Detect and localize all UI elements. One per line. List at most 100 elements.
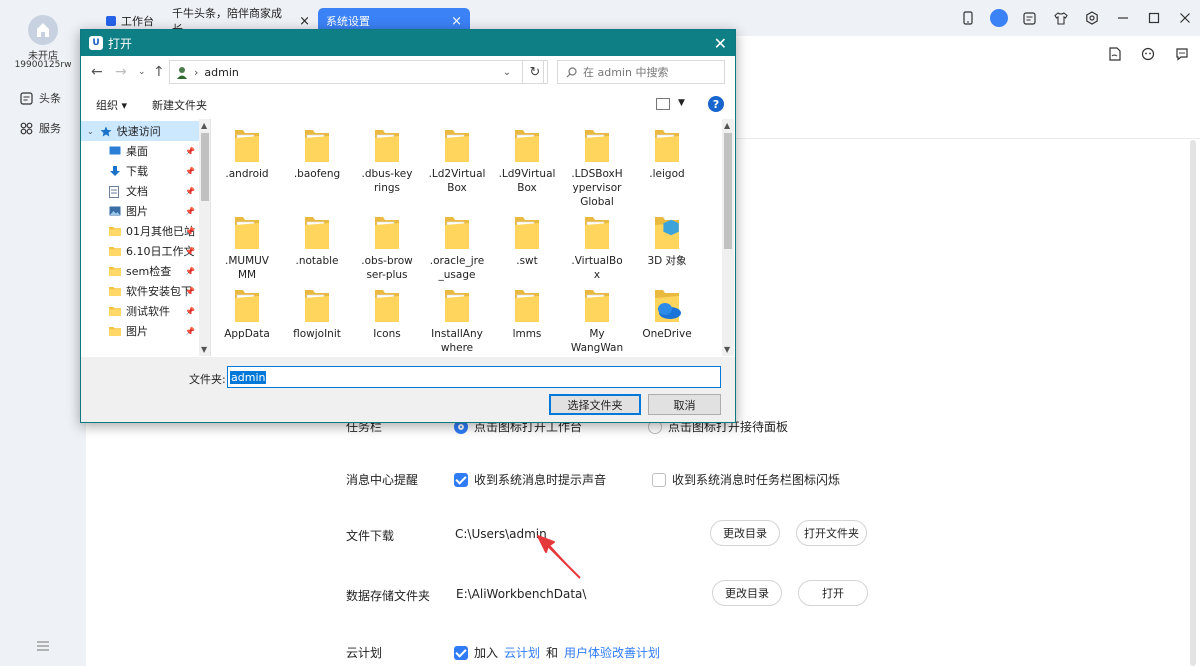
phone-icon[interactable] <box>952 8 983 28</box>
cancel-button[interactable]: 取消 <box>648 394 721 415</box>
close-icon[interactable]: × <box>299 14 310 29</box>
file-item[interactable]: InstallAny where <box>422 287 492 355</box>
chevron-down-icon[interactable]: ▼ <box>678 98 685 108</box>
file-item[interactable]: OneDrive <box>632 287 702 341</box>
folder-name-input[interactable]: admin <box>227 366 721 388</box>
open-download-folder-button[interactable]: 打开文件夹 <box>796 520 867 546</box>
chevron-down-icon[interactable]: ⌄ <box>496 60 518 84</box>
minimize-icon[interactable] <box>1107 8 1138 28</box>
recent-dropdown-icon[interactable]: ⌄ <box>138 67 146 77</box>
chevron-down-icon[interactable]: ⌄ <box>87 127 94 136</box>
file-item[interactable]: 3D 对象 <box>632 214 702 268</box>
nav-item[interactable]: 软件安装包下 📌 <box>81 281 199 301</box>
back-arrow-icon[interactable]: ← <box>91 64 103 80</box>
nav-item[interactable]: ⌄ 快速访问 <box>81 121 199 141</box>
select-folder-button[interactable]: 选择文件夹 <box>549 394 641 415</box>
file-item[interactable]: lmms <box>492 287 562 341</box>
file-item[interactable]: .Ld9Virtual Box <box>492 127 562 195</box>
message-sound-option[interactable]: 收到系统消息时提示声音 <box>454 471 606 488</box>
close-icon[interactable]: ✕ <box>714 34 727 53</box>
file-item[interactable]: .MUMUV MM <box>212 214 282 282</box>
nav-scroll-thumb[interactable] <box>201 133 209 201</box>
checkbox-unchecked[interactable] <box>652 472 666 487</box>
doc-icon[interactable] <box>1104 44 1124 64</box>
nav-item[interactable]: 下载 📌 <box>81 161 199 181</box>
file-name-line: AppData <box>224 328 270 340</box>
change-download-dir-button[interactable]: 更改目录 <box>710 520 780 546</box>
file-item[interactable]: .swt <box>492 214 562 268</box>
file-item[interactable]: .obs-brow ser-plus <box>352 214 422 282</box>
file-item[interactable]: .notable <box>282 214 352 268</box>
forward-arrow-icon[interactable]: → <box>115 64 127 80</box>
ux-plan-link[interactable]: 用户体验改善计划 <box>564 644 660 661</box>
chat-icon[interactable] <box>1172 44 1192 64</box>
folder-icon <box>654 127 680 163</box>
file-item[interactable]: Icons <box>352 287 422 341</box>
settings-icon[interactable] <box>1076 8 1107 28</box>
rail-item-news-label: 头条 <box>39 92 61 105</box>
message-flash-option[interactable]: 收到系统消息时任务栏图标闪烁 <box>652 471 840 488</box>
nav-item[interactable]: 图片 📌 <box>81 201 199 221</box>
bot-icon[interactable] <box>1138 44 1158 64</box>
refresh-icon[interactable]: ↻ <box>522 60 548 84</box>
nav-item[interactable]: 图片 📌 <box>81 321 199 341</box>
address-bar[interactable]: › admin <box>169 60 544 84</box>
files-scroll-thumb[interactable] <box>724 133 732 249</box>
scroll-up-icon[interactable]: ▲ <box>724 121 730 130</box>
nav-item[interactable]: 6.10日工作文 📌 <box>81 241 199 261</box>
search-icon <box>566 66 577 77</box>
open-storage-button[interactable]: 打开 <box>798 580 868 606</box>
file-item[interactable]: .oracle_jre _usage <box>422 214 492 282</box>
file-item[interactable]: AppData <box>212 287 282 341</box>
file-item[interactable]: .android <box>212 127 282 181</box>
file-item[interactable]: .VirtualBo x <box>562 214 632 282</box>
message-center-label: 消息中心提醒 <box>346 473 419 487</box>
nav-item[interactable]: 桌面 📌 <box>81 141 199 161</box>
help-icon[interactable]: ? <box>708 96 724 112</box>
notes-icon[interactable] <box>1014 8 1045 28</box>
rail-item-news[interactable]: 头条 <box>20 90 61 106</box>
nav-item[interactable]: 文档 📌 <box>81 181 199 201</box>
file-item[interactable]: .dbus-key rings <box>352 127 422 195</box>
open-folder-dialog: U 打开 ✕ ← → ⌄ ↑ › admin ⌄ ↻ 在 admin 中搜索 组… <box>80 29 736 423</box>
scroll-down-icon[interactable]: ▼ <box>724 345 730 354</box>
file-name-line: ypervisor <box>572 182 622 194</box>
close-icon[interactable]: × <box>451 14 462 29</box>
new-folder-button[interactable]: 新建文件夹 <box>152 97 207 113</box>
scroll-down-icon[interactable]: ▼ <box>201 345 207 354</box>
checkbox-checked[interactable] <box>454 645 468 660</box>
shirt-icon[interactable] <box>1045 8 1076 28</box>
file-name-line: Box <box>447 182 467 194</box>
file-item[interactable]: flowjoInit <box>282 287 352 341</box>
file-name-line: .swt <box>516 255 538 267</box>
checkbox-checked[interactable] <box>454 472 468 487</box>
close-icon[interactable] <box>1169 8 1200 28</box>
file-item[interactable]: .LDSBoxH ypervisor Global <box>562 127 632 209</box>
hamburger-icon[interactable] <box>37 641 49 651</box>
maximize-icon[interactable] <box>1138 8 1169 28</box>
nav-scrollbar[interactable]: ▲ ▼ <box>199 119 210 356</box>
rail-item-service[interactable]: 服务 <box>20 120 61 136</box>
headset-icon[interactable] <box>983 8 1014 28</box>
folder-icon <box>444 214 470 250</box>
file-item[interactable]: .leigod <box>632 127 702 181</box>
view-options-icon[interactable] <box>656 98 670 110</box>
scroll-up-icon[interactable]: ▲ <box>201 121 207 130</box>
change-storage-dir-button[interactable]: 更改目录 <box>712 580 782 606</box>
up-arrow-icon[interactable]: ↑ <box>153 64 165 80</box>
organize-menu[interactable]: 组织 ▾ <box>96 97 127 113</box>
dialog-search-input[interactable]: 在 admin 中搜索 <box>557 60 725 84</box>
cloud-plan-option[interactable]: 加入 云计划 和 用户体验改善计划 <box>454 644 660 661</box>
file-item[interactable]: .baofeng <box>282 127 352 181</box>
file-item[interactable]: My WangWan <box>562 287 632 355</box>
nav-item[interactable]: 测试软件 📌 <box>81 301 199 321</box>
shop-avatar[interactable] <box>28 15 58 45</box>
files-scrollbar[interactable]: ▲ ▼ <box>722 119 734 356</box>
cloud-plan-link[interactable]: 云计划 <box>504 644 540 661</box>
file-name-line: .leigod <box>649 168 685 180</box>
file-item[interactable]: .Ld2Virtual Box <box>422 127 492 195</box>
file-name-line: x <box>593 269 601 281</box>
nav-item[interactable]: 01月其他已站 📌 <box>81 221 199 241</box>
nav-item[interactable]: sem检查 📌 <box>81 261 199 281</box>
page-scrollbar[interactable] <box>1190 140 1196 666</box>
